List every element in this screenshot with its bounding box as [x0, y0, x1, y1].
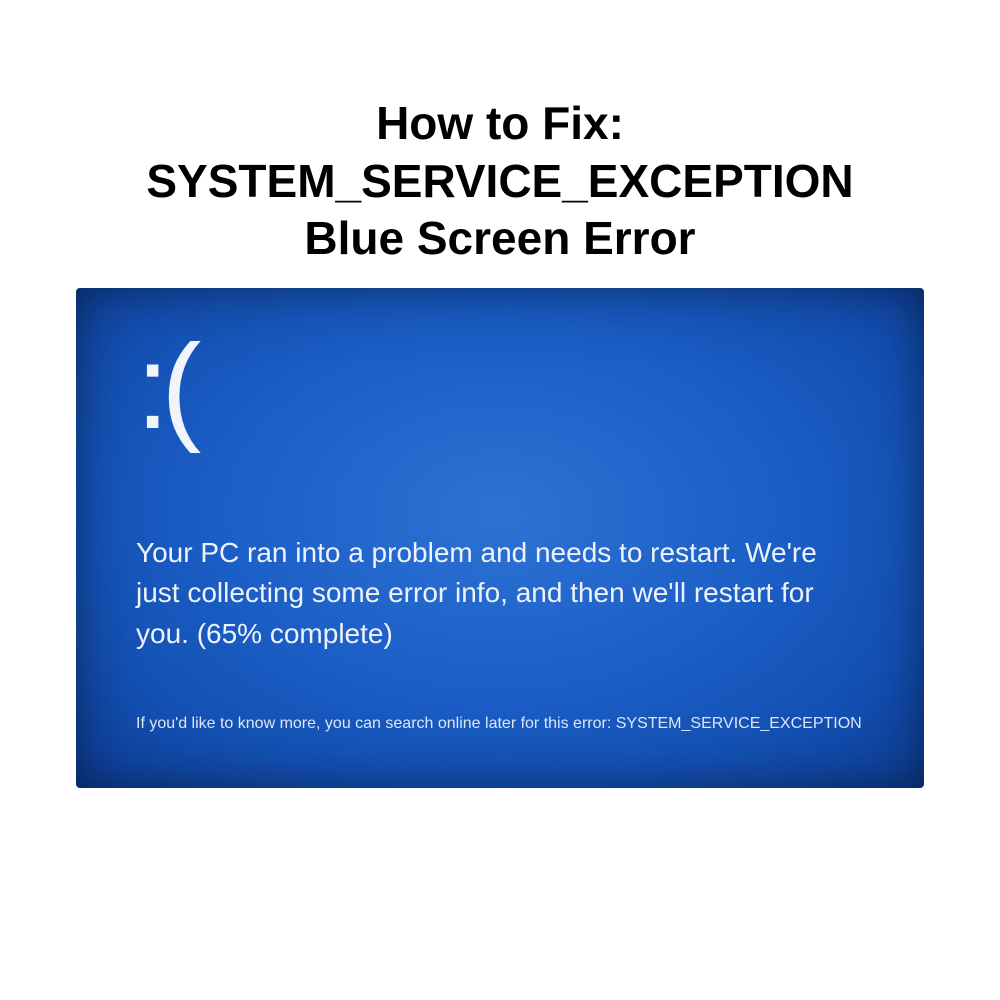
sad-face-icon: :(: [136, 318, 193, 456]
bsod-screen: :( Your PC ran into a problem and needs …: [76, 288, 924, 788]
article-title: How to Fix: SYSTEM_SERVICE_EXCEPTION Blu…: [146, 95, 853, 268]
title-line-1: How to Fix:: [146, 95, 853, 153]
bsod-message: Your PC ran into a problem and needs to …: [136, 533, 864, 655]
bsod-footer: If you'd like to know more, you can sear…: [136, 715, 894, 733]
title-line-2: SYSTEM_SERVICE_EXCEPTION: [146, 153, 853, 211]
title-line-3: Blue Screen Error: [146, 210, 853, 268]
